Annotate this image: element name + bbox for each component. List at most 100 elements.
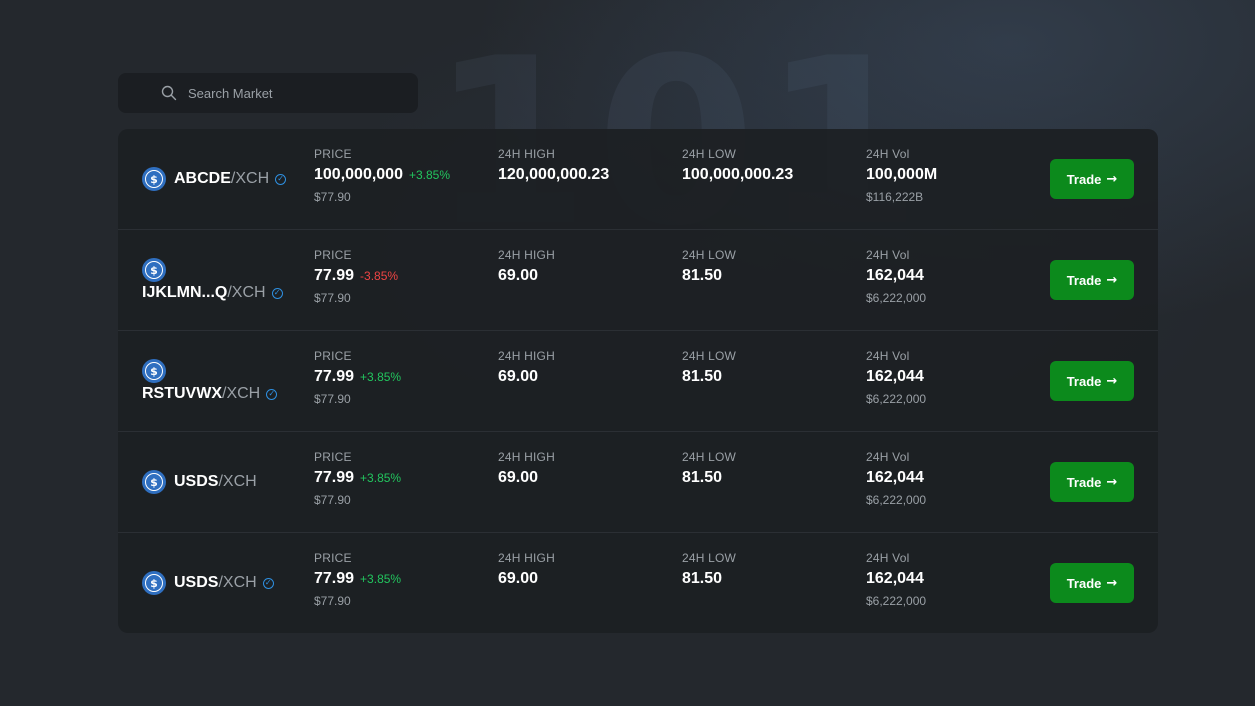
price-label: PRICE xyxy=(314,147,352,161)
low-cell: 24H LOW 81.50 xyxy=(682,248,736,289)
market-pair[interactable]: $ USDS/XCH xyxy=(142,432,312,532)
low-cell: 24H LOW 100,000,000.23 xyxy=(682,147,793,188)
high-value: 69.00 xyxy=(498,267,539,284)
volume-value: 162,044 xyxy=(866,368,924,385)
trade-button[interactable]: Trade → xyxy=(1050,159,1134,199)
high-label: 24H HIGH xyxy=(498,349,555,363)
price-change: +3.85% xyxy=(360,572,402,586)
price-usd: $77.90 xyxy=(314,594,351,608)
trade-label: Trade xyxy=(1066,272,1102,288)
low-label: 24H LOW xyxy=(682,551,737,565)
high-cell: 24H HIGH 69.00 xyxy=(498,450,555,491)
high-cell: 24H HIGH 120,000,000.23 xyxy=(498,147,609,188)
pair-base: IJKLMN...Q xyxy=(142,284,228,301)
volume-label: 24H Vol xyxy=(866,450,910,464)
usd-coin-icon: $ xyxy=(142,258,166,282)
market-row: $ ABCDE/XCH ✓ PRICE 100,000,000 +3.85% $7… xyxy=(118,129,1158,230)
pair-base: USDS xyxy=(174,574,219,591)
low-value: 81.50 xyxy=(682,469,723,486)
price-value: 77.99 xyxy=(314,469,355,486)
high-value: 69.00 xyxy=(498,469,539,486)
price-change: +3.85% xyxy=(408,168,451,182)
low-value: 81.50 xyxy=(682,570,723,587)
volume-usd: $6,222,000 xyxy=(866,594,927,608)
price-label: PRICE xyxy=(314,450,352,464)
search-icon xyxy=(160,84,178,102)
search-bar[interactable] xyxy=(118,73,418,113)
price-cell: PRICE 77.99 +3.85% $77.90 xyxy=(314,551,401,608)
pair-base: USDS xyxy=(174,473,219,490)
volume-value: 162,044 xyxy=(866,469,924,486)
price-cell: PRICE 77.99 +3.85% $77.90 xyxy=(314,450,401,507)
price-cell: PRICE 100,000,000 +3.85% $77.90 xyxy=(314,147,450,204)
market-row: $ USDS/XCH ✓ PRICE 77.99 +3.85% $77.90 24… xyxy=(118,533,1158,633)
trade-button[interactable]: Trade → xyxy=(1050,260,1134,300)
search-input[interactable] xyxy=(186,84,410,102)
price-value: 77.99 xyxy=(314,570,355,587)
market-row: $ IJKLMN...Q/XCH ✓ PRICE 77.99 -3.85% $77… xyxy=(118,230,1158,331)
trade-button[interactable]: Trade → xyxy=(1050,563,1134,603)
pair-quote: /XCH xyxy=(222,385,261,402)
high-label: 24H HIGH xyxy=(498,450,555,464)
low-value: 81.50 xyxy=(682,267,723,284)
arrow-right-icon: → xyxy=(1106,171,1118,187)
market-pair[interactable]: $ USDS/XCH ✓ xyxy=(142,533,312,633)
volume-usd: $6,222,000 xyxy=(866,392,927,406)
market-pair[interactable]: $ RSTUVWX/XCH ✓ xyxy=(142,331,312,431)
trade-button[interactable]: Trade → xyxy=(1050,361,1134,401)
market-table: $ ABCDE/XCH ✓ PRICE 100,000,000 +3.85% $7… xyxy=(118,129,1158,633)
market-row: $ USDS/XCH PRICE 77.99 +3.85% $77.90 24H … xyxy=(118,432,1158,533)
price-usd: $77.90 xyxy=(314,190,351,204)
volume-cell: 24H Vol 162,044 $6,222,000 xyxy=(866,551,926,608)
usd-coin-icon: $ xyxy=(142,359,166,383)
verified-check-icon: ✓ xyxy=(275,173,287,185)
usd-coin-icon: $ xyxy=(142,470,166,494)
arrow-right-icon: → xyxy=(1106,474,1118,490)
arrow-right-icon: → xyxy=(1106,373,1118,389)
low-label: 24H LOW xyxy=(682,248,737,262)
price-value: 77.99 xyxy=(314,267,355,284)
market-pair[interactable]: $ ABCDE/XCH ✓ xyxy=(142,129,312,229)
high-value: 120,000,000.23 xyxy=(498,166,610,183)
pair-quote: /XCH xyxy=(218,574,257,591)
low-label: 24H LOW xyxy=(682,147,737,161)
trade-label: Trade xyxy=(1066,474,1102,490)
price-change: +3.85% xyxy=(360,471,402,485)
volume-usd: $6,222,000 xyxy=(866,493,927,507)
volume-label: 24H Vol xyxy=(866,248,910,262)
price-change: -3.85% xyxy=(360,269,399,283)
price-value: 77.99 xyxy=(314,368,355,385)
high-cell: 24H HIGH 69.00 xyxy=(498,248,555,289)
verified-check-icon: ✓ xyxy=(271,287,283,299)
price-cell: PRICE 77.99 +3.85% $77.90 xyxy=(314,349,401,406)
low-label: 24H LOW xyxy=(682,450,737,464)
volume-cell: 24H Vol 100,000M $116,222B xyxy=(866,147,937,204)
high-label: 24H HIGH xyxy=(498,147,555,161)
trade-label: Trade xyxy=(1066,171,1102,187)
high-cell: 24H HIGH 69.00 xyxy=(498,551,555,592)
arrow-right-icon: → xyxy=(1106,575,1118,591)
low-cell: 24H LOW 81.50 xyxy=(682,450,736,491)
volume-usd: $116,222B xyxy=(866,190,924,204)
trade-button[interactable]: Trade → xyxy=(1050,462,1134,502)
high-label: 24H HIGH xyxy=(498,248,555,262)
price-usd: $77.90 xyxy=(314,291,351,305)
price-label: PRICE xyxy=(314,248,352,262)
volume-label: 24H Vol xyxy=(866,349,910,363)
low-cell: 24H LOW 81.50 xyxy=(682,349,736,390)
pair-quote: /XCH xyxy=(230,170,270,187)
price-label: PRICE xyxy=(314,349,352,363)
market-row: $ RSTUVWX/XCH ✓ PRICE 77.99 +3.85% $77.90… xyxy=(118,331,1158,432)
pair-base: ABCDE xyxy=(174,170,231,187)
volume-value: 100,000M xyxy=(866,166,938,183)
market-pair[interactable]: $ IJKLMN...Q/XCH ✓ xyxy=(142,230,312,330)
high-label: 24H HIGH xyxy=(498,551,555,565)
high-value: 69.00 xyxy=(498,368,539,385)
low-label: 24H LOW xyxy=(682,349,737,363)
low-value: 100,000,000.23 xyxy=(682,166,794,183)
trade-label: Trade xyxy=(1066,373,1102,389)
pair-quote: /XCH xyxy=(218,473,257,490)
volume-value: 162,044 xyxy=(866,570,924,587)
volume-usd: $6,222,000 xyxy=(866,291,927,305)
pair-quote: /XCH xyxy=(227,284,266,301)
